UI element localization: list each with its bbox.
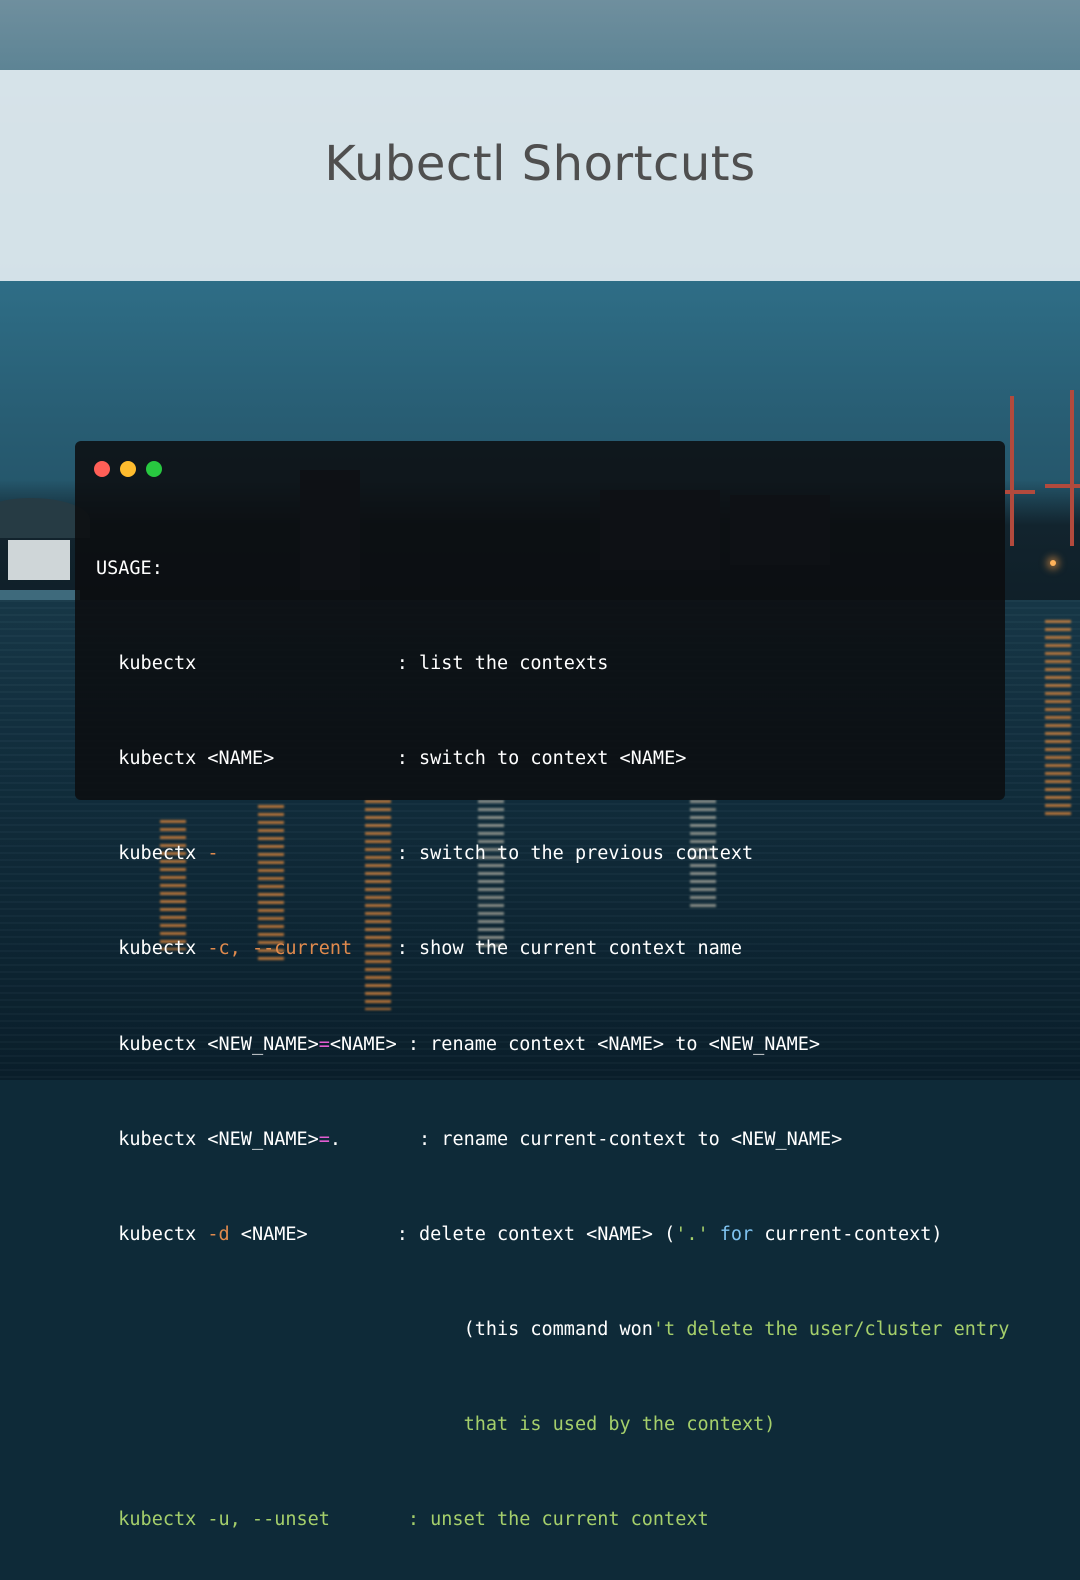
operator: = bbox=[318, 1033, 330, 1055]
string-literal: '.' bbox=[675, 1223, 709, 1245]
title-banner: Kubectl Shortcuts bbox=[0, 70, 1080, 281]
padding bbox=[219, 843, 397, 864]
argument: <NAME> bbox=[229, 1223, 308, 1245]
argument: . bbox=[329, 1128, 342, 1150]
padding bbox=[352, 938, 397, 959]
command: kubectx bbox=[118, 747, 208, 769]
separator: : bbox=[396, 1033, 431, 1055]
crane bbox=[1010, 396, 1014, 546]
usage-line-rename-current: kubectx <NEW_NAME>=. : rename current-co… bbox=[96, 1128, 1009, 1152]
description: (this command won bbox=[463, 1319, 653, 1341]
terminal-window: USAGE: kubectx : list the contexts kubec… bbox=[75, 441, 1009, 1530]
command: kubectx -u, --unset bbox=[118, 1509, 330, 1531]
usage-line-delete-note: that is used by the context) bbox=[96, 1413, 1009, 1437]
usage-line-delete: kubectx -d <NAME> : delete context <NAME… bbox=[96, 1223, 1009, 1247]
usage-line-switch: kubectx <NAME> : switch to context <NAME… bbox=[96, 747, 1009, 771]
padding bbox=[196, 653, 396, 674]
usage-line-rename: kubectx <NEW_NAME>=<NAME> : rename conte… bbox=[96, 1033, 1009, 1057]
argument: <NAME> bbox=[207, 747, 275, 769]
building bbox=[8, 540, 70, 580]
command: kubectx bbox=[118, 1128, 208, 1150]
description: switch to context <NAME> bbox=[419, 747, 687, 769]
window-controls bbox=[94, 461, 162, 477]
padding bbox=[330, 1509, 408, 1530]
flag: -c, --current bbox=[207, 938, 353, 960]
flag: -d bbox=[207, 1223, 230, 1245]
command: kubectx bbox=[118, 1223, 208, 1245]
maximize-button[interactable] bbox=[146, 461, 162, 477]
description: unset the current context bbox=[430, 1509, 709, 1531]
separator: : bbox=[407, 1509, 431, 1531]
usage-heading: USAGE: bbox=[96, 557, 163, 579]
command: kubectx bbox=[118, 1033, 208, 1055]
usage-line-previous: kubectx - : switch to the previous conte… bbox=[96, 842, 1009, 866]
page-title: Kubectl Shortcuts bbox=[324, 135, 756, 192]
separator: : bbox=[396, 938, 420, 960]
flag: - bbox=[207, 843, 219, 865]
usage-line-current: kubectx -c, --current : show the current… bbox=[96, 937, 1009, 961]
description: rename context <NAME> to <NEW_NAME> bbox=[430, 1033, 820, 1055]
terminal-output: USAGE: kubectx : list the contexts kubec… bbox=[96, 509, 1009, 1580]
operator: = bbox=[318, 1128, 330, 1150]
description: switch to the previous context bbox=[419, 843, 754, 865]
argument: <NEW_NAME> bbox=[207, 1033, 319, 1055]
padding bbox=[274, 748, 397, 769]
separator: : bbox=[419, 1128, 442, 1150]
argument: <NAME> bbox=[329, 1033, 397, 1055]
comment-text: 't delete the user/cluster entry bbox=[652, 1319, 1010, 1341]
separator: : bbox=[396, 652, 420, 674]
description: rename current-context to <NEW_NAME> bbox=[441, 1128, 843, 1150]
command: kubectx bbox=[118, 652, 197, 674]
crane-arm bbox=[1005, 490, 1035, 494]
comment-text: that is used by the context) bbox=[463, 1414, 776, 1436]
padding bbox=[96, 1414, 464, 1435]
padding bbox=[308, 1224, 397, 1245]
description: list the contexts bbox=[419, 652, 609, 674]
command: kubectx bbox=[118, 843, 208, 865]
usage-line-unset: kubectx -u, --unset : unset the current … bbox=[96, 1508, 1009, 1532]
description: current-context) bbox=[753, 1223, 943, 1245]
usage-line-list: kubectx : list the contexts bbox=[96, 652, 1009, 676]
argument: <NEW_NAME> bbox=[207, 1128, 319, 1150]
padding bbox=[96, 1319, 464, 1340]
usage-line-delete-note: (this command won't delete the user/clus… bbox=[96, 1318, 1010, 1342]
harbor-light bbox=[1050, 560, 1056, 566]
light-reflection bbox=[1045, 620, 1071, 820]
padding bbox=[341, 1129, 419, 1150]
keyword: for bbox=[708, 1223, 754, 1245]
separator: : bbox=[396, 843, 420, 865]
crane-arm bbox=[1045, 484, 1080, 488]
description: delete context <NAME> ( bbox=[419, 1223, 676, 1245]
description: show the current context name bbox=[419, 938, 743, 960]
crane bbox=[1070, 390, 1074, 546]
close-button[interactable] bbox=[94, 461, 110, 477]
separator: : bbox=[396, 1223, 420, 1245]
minimize-button[interactable] bbox=[120, 461, 136, 477]
command: kubectx bbox=[118, 938, 208, 960]
separator: : bbox=[396, 747, 420, 769]
